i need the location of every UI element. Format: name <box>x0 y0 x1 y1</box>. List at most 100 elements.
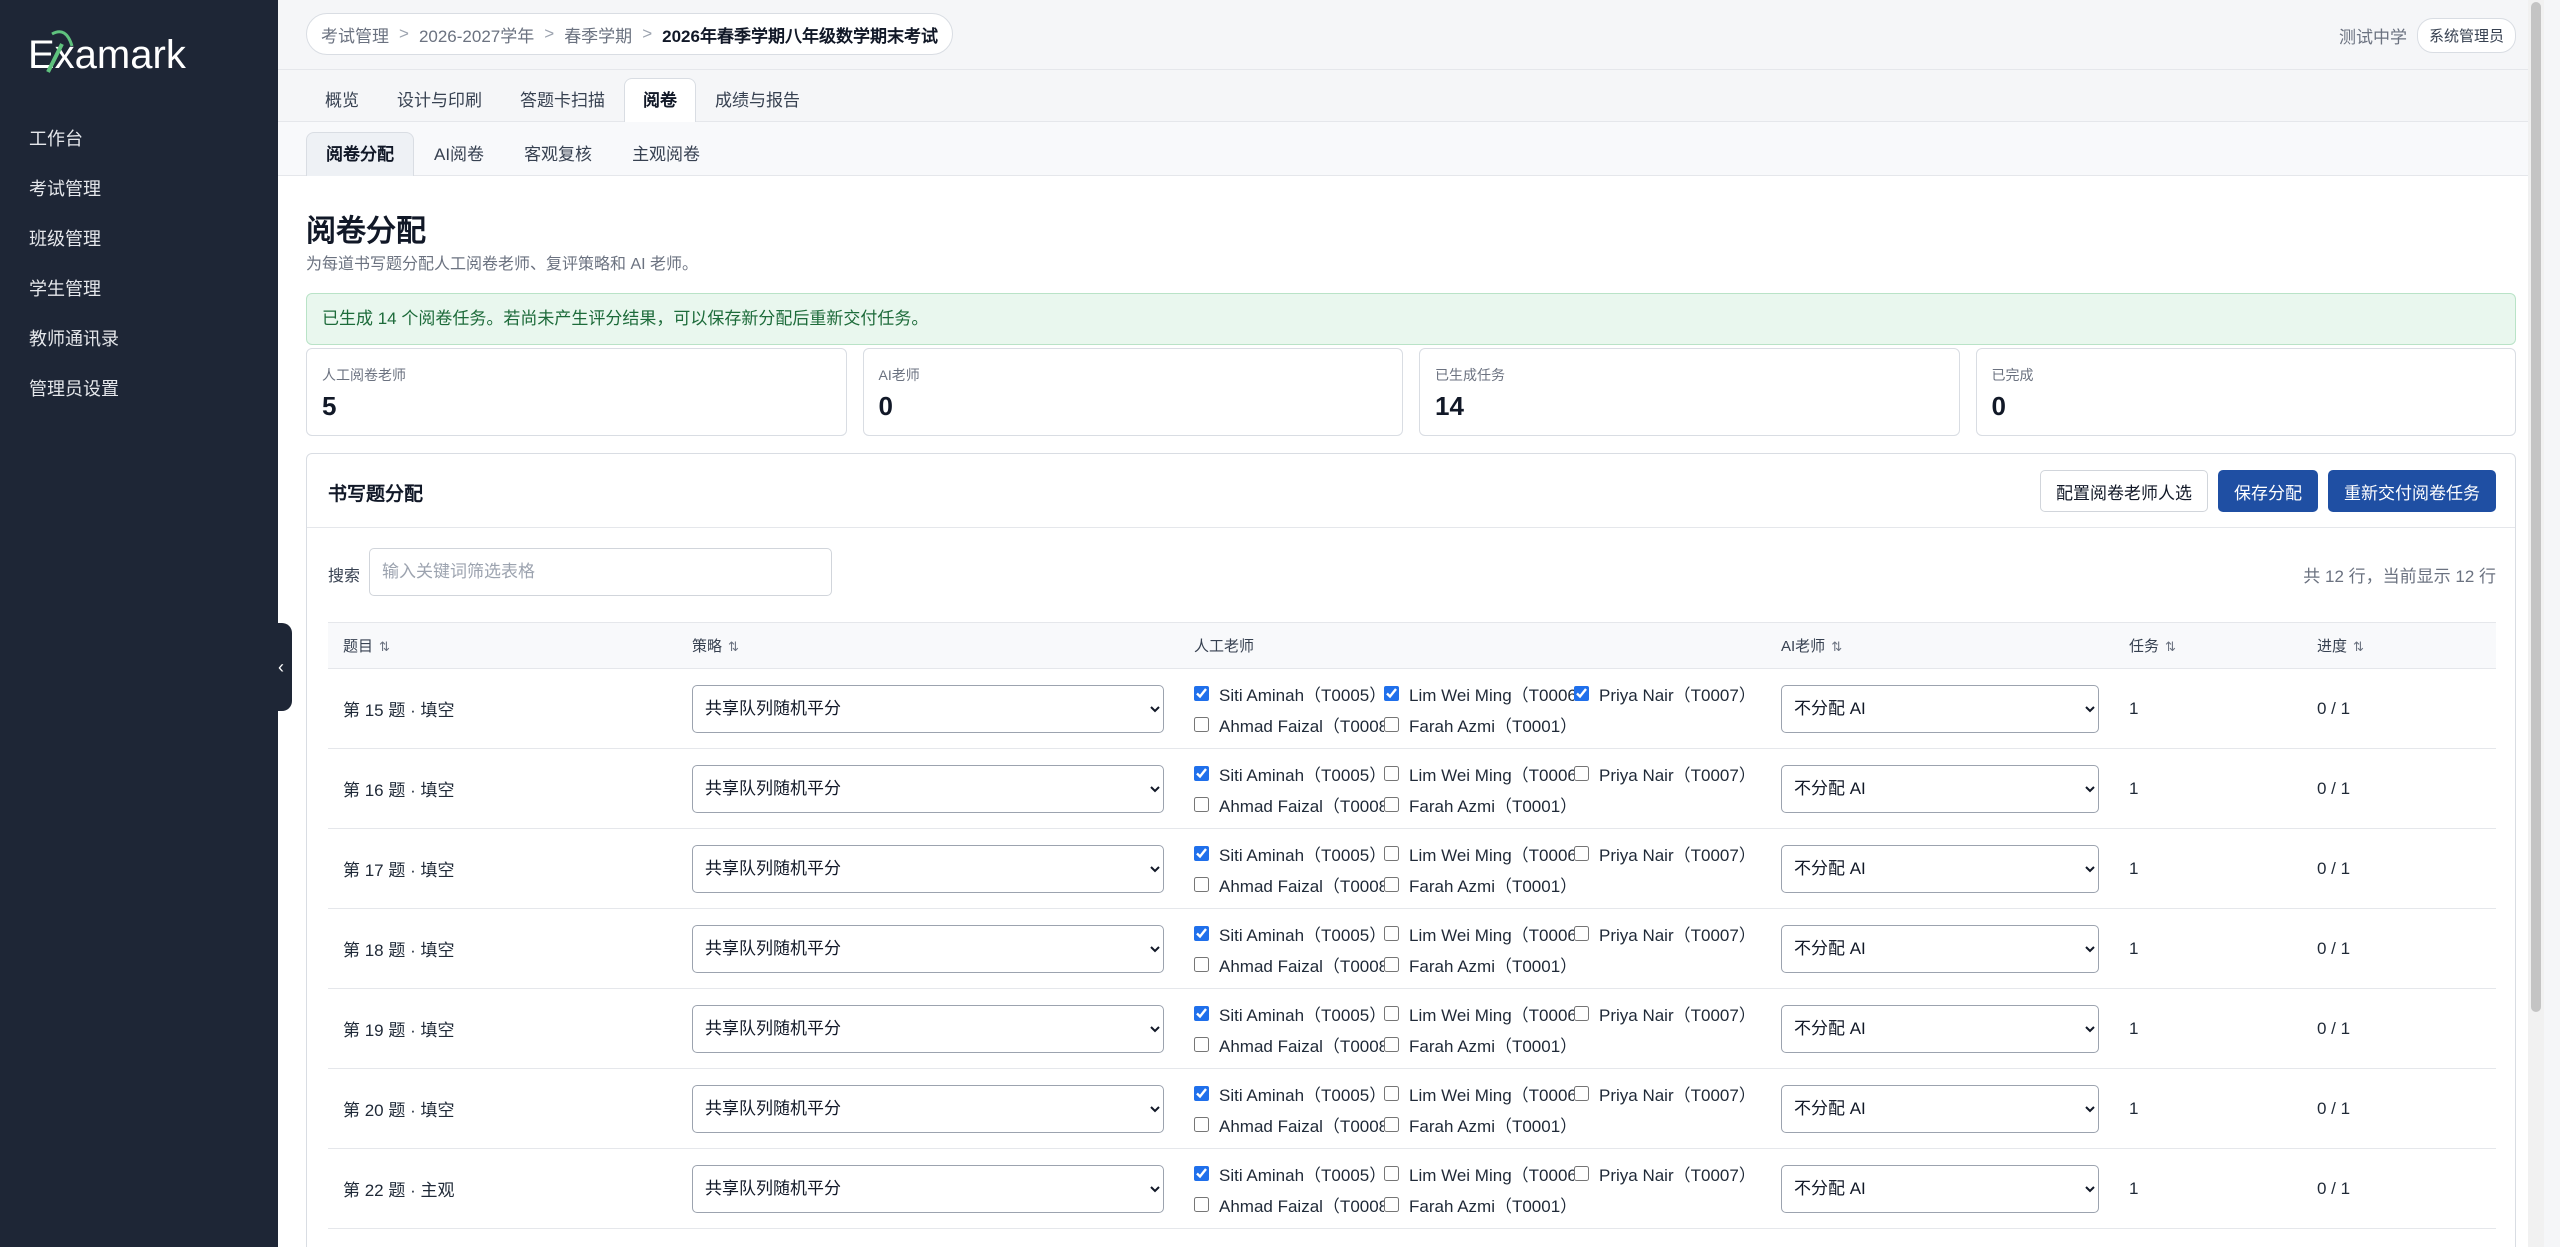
tab-secondary[interactable]: 主观阅卷 <box>612 132 720 176</box>
teacher-option[interactable]: Farah Azmi（T0001） <box>1384 1192 1574 1217</box>
tab-primary[interactable]: 概览 <box>306 78 378 122</box>
config-teachers-button[interactable]: 配置阅卷老师人选 <box>2040 470 2208 512</box>
breadcrumb-item[interactable]: 2026-2027学年 <box>419 22 534 47</box>
sidebar-item[interactable]: 管理员设置 <box>0 364 278 414</box>
page-scrollbar[interactable] <box>2528 0 2544 1247</box>
teacher-checkbox[interactable] <box>1574 685 1589 701</box>
sidebar-item[interactable]: 班级管理 <box>0 214 278 264</box>
teacher-checkbox[interactable] <box>1384 685 1399 701</box>
teacher-checkbox[interactable] <box>1574 925 1589 941</box>
sort-icon[interactable]: ⇅ <box>2353 639 2364 654</box>
strategy-select[interactable]: 共享队列随机平分 <box>692 924 1164 973</box>
tab-primary[interactable]: 答题卡扫描 <box>501 78 624 122</box>
teacher-option[interactable]: Lim Wei Ming（T0006） <box>1384 1001 1574 1026</box>
teacher-option[interactable]: Priya Nair（T0007） <box>1574 681 1744 706</box>
teacher-option[interactable]: Lim Wei Ming（T0006） <box>1384 1161 1574 1186</box>
column-header[interactable]: 题目 ⇅ <box>328 622 677 669</box>
teacher-option[interactable]: Farah Azmi（T0001） <box>1384 792 1574 817</box>
ai-teacher-select[interactable]: 不分配 AI <box>1781 924 2099 973</box>
ai-teacher-select[interactable]: 不分配 AI <box>1781 764 2099 813</box>
sidebar-item[interactable]: 考试管理 <box>0 164 278 214</box>
teacher-checkbox[interactable] <box>1384 1085 1399 1101</box>
sidebar-collapse-button[interactable]: ‹ <box>270 623 292 711</box>
teacher-option[interactable]: Priya Nair（T0007） <box>1574 1161 1744 1186</box>
strategy-select[interactable]: 共享队列随机平分 <box>692 764 1164 813</box>
teacher-checkbox[interactable] <box>1574 1085 1589 1101</box>
teacher-option[interactable]: Priya Nair（T0007） <box>1574 761 1744 786</box>
breadcrumb-item[interactable]: 春季学期 <box>564 22 632 47</box>
teacher-option[interactable]: Lim Wei Ming（T0006） <box>1384 841 1574 866</box>
tab-secondary[interactable]: 阅卷分配 <box>306 132 414 176</box>
teacher-option[interactable]: Priya Nair（T0007） <box>1574 1001 1744 1026</box>
strategy-select[interactable]: 共享队列随机平分 <box>692 1164 1164 1213</box>
teacher-option[interactable]: Siti Aminah（T0005） <box>1194 681 1384 706</box>
teacher-checkbox[interactable] <box>1574 765 1589 781</box>
teacher-checkbox[interactable] <box>1574 1005 1589 1021</box>
sidebar-item[interactable]: 学生管理 <box>0 264 278 314</box>
teacher-checkbox[interactable] <box>1194 685 1209 701</box>
tab-secondary[interactable]: 客观复核 <box>504 132 612 176</box>
teacher-checkbox[interactable] <box>1194 956 1209 972</box>
teacher-checkbox[interactable] <box>1194 1036 1209 1052</box>
ai-teacher-select[interactable]: 不分配 AI <box>1781 1084 2099 1133</box>
sort-icon[interactable]: ⇅ <box>728 639 739 654</box>
teacher-checkbox[interactable] <box>1194 1005 1209 1021</box>
teacher-checkbox[interactable] <box>1574 845 1589 861</box>
teacher-checkbox[interactable] <box>1384 956 1399 972</box>
teacher-checkbox[interactable] <box>1384 765 1399 781</box>
strategy-select[interactable]: 共享队列随机平分 <box>692 1004 1164 1053</box>
ai-teacher-select[interactable]: 不分配 AI <box>1781 684 2099 733</box>
teacher-option[interactable]: Siti Aminah（T0005） <box>1194 761 1384 786</box>
teacher-checkbox[interactable] <box>1194 796 1209 812</box>
teacher-option[interactable]: Ahmad Faizal（T0008） <box>1194 1032 1384 1057</box>
save-assignment-button[interactable]: 保存分配 <box>2218 470 2318 512</box>
strategy-select[interactable]: 共享队列随机平分 <box>692 684 1164 733</box>
sort-icon[interactable]: ⇅ <box>2165 639 2176 654</box>
teacher-option[interactable]: Siti Aminah（T0005） <box>1194 1081 1384 1106</box>
teacher-option[interactable]: Siti Aminah（T0005） <box>1194 1001 1384 1026</box>
tab-primary[interactable]: 成绩与报告 <box>696 78 819 122</box>
ai-teacher-select[interactable]: 不分配 AI <box>1781 1004 2099 1053</box>
teacher-option[interactable]: Priya Nair（T0007） <box>1574 1081 1744 1106</box>
teacher-option[interactable]: Lim Wei Ming（T0006） <box>1384 921 1574 946</box>
column-header[interactable]: 进度 ⇅ <box>2302 622 2496 669</box>
teacher-checkbox[interactable] <box>1194 1196 1209 1212</box>
teacher-checkbox[interactable] <box>1194 716 1209 732</box>
teacher-option[interactable]: Priya Nair（T0007） <box>1574 921 1744 946</box>
tab-primary[interactable]: 设计与印刷 <box>378 78 501 122</box>
sidebar-item[interactable]: 工作台 <box>0 114 278 164</box>
sidebar-item[interactable]: 教师通讯录 <box>0 314 278 364</box>
column-header[interactable]: 策略 ⇅ <box>677 622 1179 669</box>
teacher-option[interactable]: Siti Aminah（T0005） <box>1194 841 1384 866</box>
teacher-checkbox[interactable] <box>1194 925 1209 941</box>
sort-icon[interactable]: ⇅ <box>379 639 390 654</box>
teacher-option[interactable]: Priya Nair（T0007） <box>1574 841 1744 866</box>
teacher-checkbox[interactable] <box>1384 1036 1399 1052</box>
teacher-checkbox[interactable] <box>1194 876 1209 892</box>
column-header[interactable]: 任务 ⇅ <box>2114 622 2302 669</box>
teacher-checkbox[interactable] <box>1384 716 1399 732</box>
role-badge[interactable]: 系统管理员 <box>2416 18 2516 53</box>
teacher-option[interactable]: Ahmad Faizal（T0008） <box>1194 872 1384 897</box>
ai-teacher-select[interactable]: 不分配 AI <box>1781 844 2099 893</box>
tab-primary[interactable]: 阅卷 <box>624 78 696 122</box>
search-input[interactable] <box>369 548 832 596</box>
teacher-option[interactable]: Lim Wei Ming（T0006） <box>1384 681 1574 706</box>
examark-logo[interactable]: Examark <box>28 28 228 80</box>
teacher-option[interactable]: Siti Aminah（T0005） <box>1194 1161 1384 1186</box>
teacher-option[interactable]: Farah Azmi（T0001） <box>1384 872 1574 897</box>
teacher-checkbox[interactable] <box>1384 845 1399 861</box>
teacher-option[interactable]: Ahmad Faizal（T0008） <box>1194 792 1384 817</box>
teacher-option[interactable]: Ahmad Faizal（T0008） <box>1194 1192 1384 1217</box>
scroll-thumb[interactable] <box>2531 2 2541 1012</box>
redeliver-tasks-button[interactable]: 重新交付阅卷任务 <box>2328 470 2496 512</box>
teacher-checkbox[interactable] <box>1194 1116 1209 1132</box>
teacher-option[interactable]: Ahmad Faizal（T0008） <box>1194 952 1384 977</box>
teacher-option[interactable]: Ahmad Faizal（T0008） <box>1194 712 1384 737</box>
teacher-option[interactable]: Farah Azmi（T0001） <box>1384 712 1574 737</box>
teacher-option[interactable]: Siti Aminah（T0005） <box>1194 921 1384 946</box>
teacher-checkbox[interactable] <box>1194 1085 1209 1101</box>
sort-icon[interactable]: ⇅ <box>1831 639 1842 654</box>
teacher-option[interactable]: Lim Wei Ming（T0006） <box>1384 1081 1574 1106</box>
teacher-checkbox[interactable] <box>1384 796 1399 812</box>
